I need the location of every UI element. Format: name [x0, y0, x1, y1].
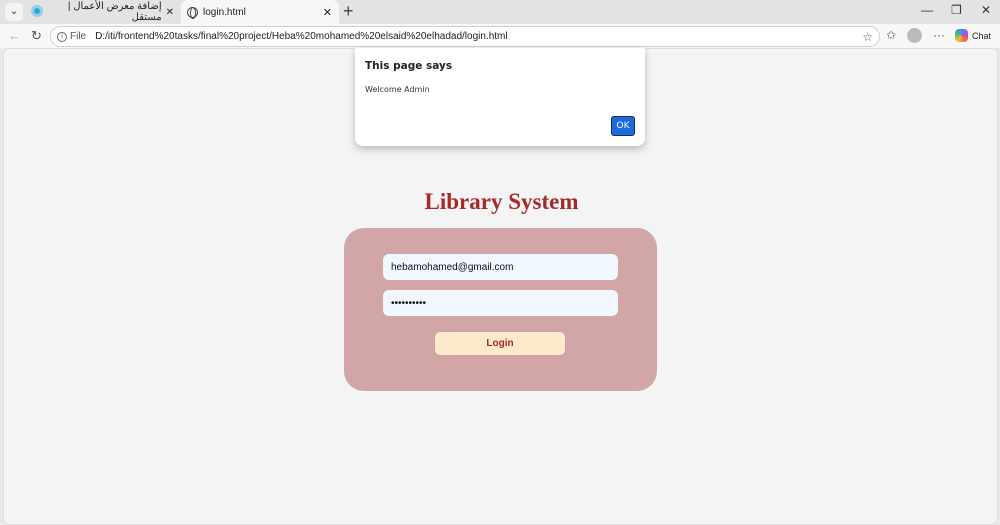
email-input[interactable]: [383, 254, 618, 280]
tab-close-icon[interactable]: ✕: [166, 7, 174, 18]
tab-list-dropdown[interactable]: ⌄: [5, 3, 23, 21]
globe-icon: [187, 6, 198, 19]
scheme-label: File: [70, 31, 87, 42]
info-icon[interactable]: i: [57, 31, 67, 42]
address-bar[interactable]: i File D:/iti/frontend%20tasks/final%20p…: [50, 26, 880, 47]
favorites-icon[interactable]: ✩: [886, 28, 896, 42]
restore-icon[interactable]: ❐: [951, 3, 962, 17]
back-icon[interactable]: ←: [8, 28, 21, 43]
tab-bar: ⌄ إضافة معرض الأعمال | مستقل ✕ login.htm…: [0, 0, 1000, 24]
alert-dialog: This page says Welcome Admin OK: [355, 48, 645, 146]
login-button[interactable]: Login: [435, 332, 565, 355]
copilot-chat-button[interactable]: Chat: [955, 29, 991, 42]
tab-mostaql[interactable]: إضافة معرض الأعمال | مستقل ✕: [55, 0, 180, 24]
new-tab-button[interactable]: +: [343, 1, 354, 22]
favorite-star-icon[interactable]: ☆: [862, 30, 873, 44]
more-icon[interactable]: ···: [933, 28, 945, 42]
chat-label: Chat: [972, 30, 992, 41]
tab-login[interactable]: login.html ✕: [181, 0, 339, 24]
login-card: Login: [344, 228, 657, 391]
ok-button[interactable]: OK: [611, 116, 635, 136]
password-input[interactable]: [383, 290, 618, 316]
toolbar: ← ↻ i File D:/iti/frontend%20tasks/final…: [0, 24, 1000, 48]
url-text[interactable]: D:/iti/frontend%20tasks/final%20project/…: [95, 31, 507, 42]
profile-avatar[interactable]: [907, 28, 922, 43]
workspace-icon[interactable]: [31, 5, 43, 17]
dialog-title: This page says: [365, 60, 453, 72]
refresh-icon[interactable]: ↻: [31, 28, 42, 44]
copilot-icon: [955, 29, 968, 42]
tab-close-icon[interactable]: ✕: [323, 6, 332, 19]
dialog-message: Welcome Admin: [365, 85, 430, 94]
close-window-icon[interactable]: ✕: [981, 3, 991, 17]
tab-title: login.html: [203, 6, 246, 18]
minimize-icon[interactable]: —: [921, 3, 933, 17]
page-title: Library System: [424, 189, 579, 214]
tab-title: إضافة معرض الأعمال | مستقل: [67, 1, 162, 23]
